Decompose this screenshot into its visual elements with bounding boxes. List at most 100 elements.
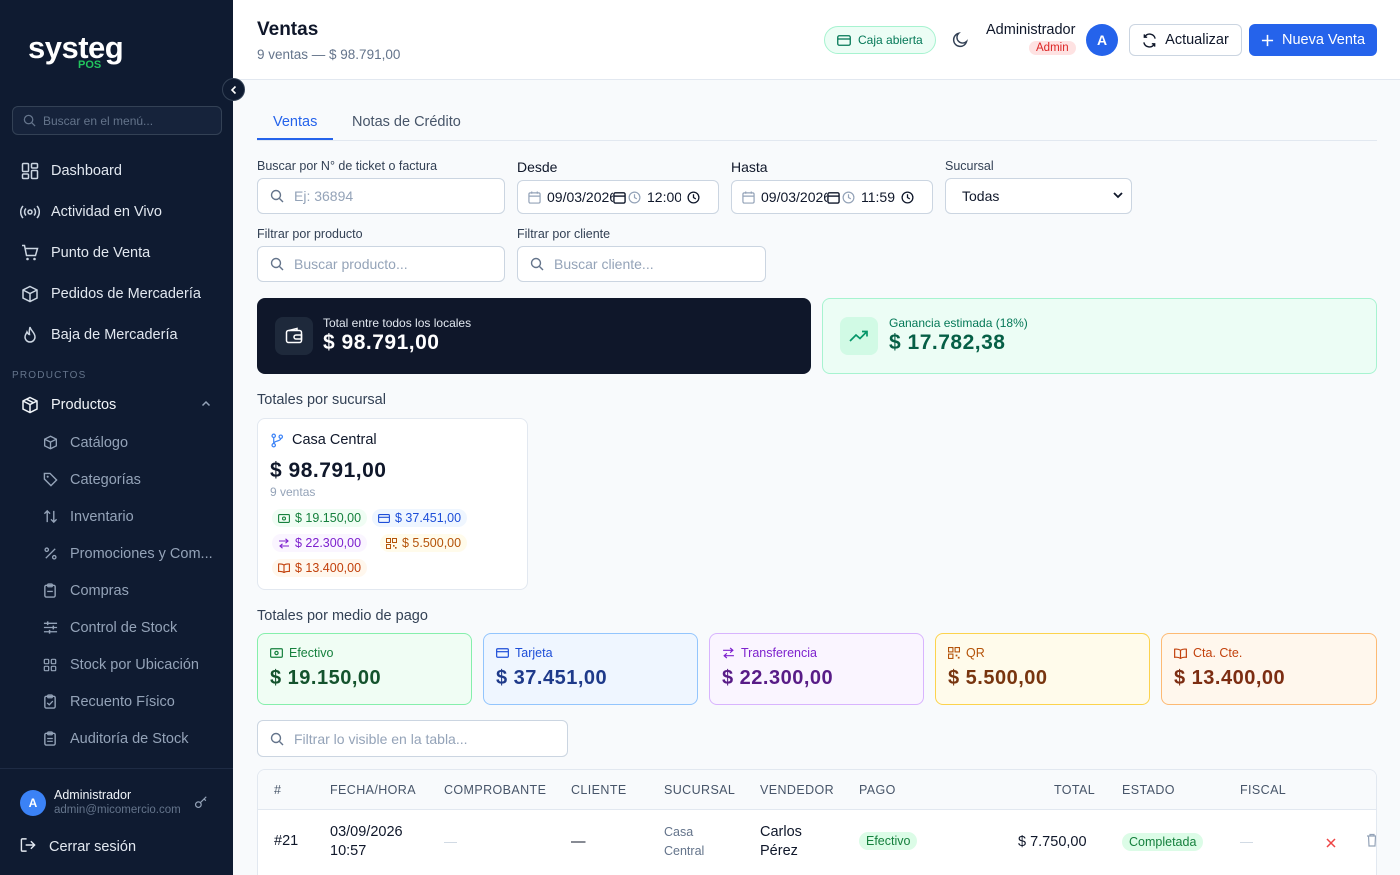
nav-group-products[interactable]: Productos bbox=[0, 385, 233, 425]
broadcast-icon bbox=[20, 204, 40, 220]
sub-item-physical-count[interactable]: Recuento Físico bbox=[0, 683, 233, 720]
nav-item-live-activity[interactable]: Actividad en Vivo bbox=[0, 191, 233, 232]
sub-item-categories[interactable]: Categorías bbox=[0, 461, 233, 498]
flame-icon bbox=[20, 326, 40, 344]
search-icon bbox=[270, 257, 284, 271]
clock-picker-icon[interactable] bbox=[687, 190, 700, 204]
nav-item-pos[interactable]: Punto de Venta bbox=[0, 232, 233, 273]
payment-card-amount: $ 19.150,00 bbox=[270, 667, 382, 689]
logo[interactable]: systeg POS bbox=[28, 30, 124, 72]
payment-totals-title: Totales por medio de pago bbox=[257, 608, 428, 624]
plus-icon bbox=[1261, 34, 1274, 46]
clock-picker-icon[interactable] bbox=[901, 190, 914, 204]
column-header[interactable]: COMPROBANTE bbox=[444, 783, 546, 797]
tab-credit-notes[interactable]: Notas de Crédito bbox=[352, 114, 461, 130]
product-filter-label: Filtrar por producto bbox=[257, 227, 363, 241]
client-filter-placeholder: Buscar cliente... bbox=[554, 256, 654, 272]
cash-register-status-badge[interactable]: Caja abierta bbox=[824, 26, 936, 54]
payment-card-label-text: Efectivo bbox=[289, 646, 334, 660]
avatar[interactable]: A bbox=[20, 790, 46, 816]
user-panel: A Administrador admin@micomercio.com Cer… bbox=[0, 769, 233, 875]
total-label: Total entre todos los locales bbox=[323, 316, 472, 330]
dark-mode-toggle[interactable] bbox=[952, 31, 969, 53]
nav-item-label: Dashboard bbox=[51, 162, 122, 179]
ticket-search-placeholder: Ej: 36894 bbox=[294, 188, 354, 204]
table-filter-input[interactable]: Filtrar lo visible en la tabla... bbox=[257, 720, 568, 757]
column-header[interactable]: VENDEDOR bbox=[760, 783, 834, 797]
menu-search-placeholder: Buscar en el menú... bbox=[43, 113, 154, 128]
collapse-sidebar-button[interactable] bbox=[222, 78, 245, 101]
cell-fiscal: — bbox=[1240, 834, 1253, 849]
arrows-updown-icon bbox=[42, 509, 58, 524]
ticket-search-input[interactable]: Ej: 36894 bbox=[257, 178, 505, 214]
column-header[interactable]: FISCAL bbox=[1240, 783, 1286, 797]
payment-card-account[interactable]: Cta. Cte. $ 13.400,00 bbox=[1161, 633, 1377, 705]
menu-search-input[interactable]: Buscar en el menú... bbox=[12, 106, 222, 135]
branch-sales-count: 9 ventas bbox=[270, 485, 316, 499]
box-icon bbox=[20, 285, 40, 303]
column-header[interactable]: PAGO bbox=[859, 783, 896, 797]
transfer-icon bbox=[279, 537, 289, 549]
sub-item-stock-location[interactable]: Stock por Ubicación bbox=[0, 646, 233, 683]
date-from-input[interactable]: 09/03/2026 12:00 bbox=[517, 180, 719, 214]
delete-sale-button[interactable] bbox=[1366, 833, 1376, 852]
calendar-picker-icon[interactable] bbox=[613, 191, 626, 204]
sub-item-inventory[interactable]: Inventario bbox=[0, 498, 233, 535]
logo-text: systeg bbox=[28, 30, 124, 65]
sub-item-stock-control[interactable]: Control de Stock bbox=[0, 609, 233, 646]
sub-item-purchases[interactable]: Compras bbox=[0, 572, 233, 609]
tab-sales[interactable]: Ventas bbox=[273, 114, 317, 130]
product-filter-input[interactable]: Buscar producto... bbox=[257, 246, 505, 282]
column-header[interactable]: CLIENTE bbox=[571, 783, 627, 797]
table-row[interactable]: #21 03/09/2026 10:57 — — Casa Central Ca… bbox=[258, 810, 1376, 875]
column-header[interactable]: ESTADO bbox=[1122, 783, 1175, 797]
payment-card-qr[interactable]: QR $ 5.500,00 bbox=[935, 633, 1150, 705]
key-icon[interactable] bbox=[194, 795, 208, 814]
branch-amount: $ 98.791,00 bbox=[270, 459, 387, 482]
avatar[interactable]: A bbox=[1086, 24, 1118, 56]
nav-item-dashboard[interactable]: Dashboard bbox=[0, 150, 233, 191]
nav-item-write-off[interactable]: Baja de Mercadería bbox=[0, 314, 233, 355]
payment-card-transfer[interactable]: Transferencia $ 22.300,00 bbox=[709, 633, 924, 705]
date-to-input[interactable]: 09/03/2026 11:59 bbox=[731, 180, 933, 214]
calendar-picker-icon[interactable] bbox=[827, 191, 840, 204]
book-icon bbox=[278, 563, 290, 573]
logout-button[interactable]: Cerrar sesión bbox=[20, 837, 136, 857]
refresh-label: Actualizar bbox=[1165, 32, 1229, 48]
client-filter-label: Filtrar por cliente bbox=[517, 227, 611, 241]
logout-label: Cerrar sesión bbox=[49, 839, 137, 855]
cash-icon bbox=[278, 513, 290, 523]
chip-cash: $ 19.150,00 bbox=[272, 509, 368, 527]
column-header[interactable]: FECHA/HORA bbox=[330, 783, 416, 797]
branch-select[interactable]: Todas bbox=[945, 178, 1132, 214]
chip-qr: $ 5.500,00 bbox=[380, 534, 468, 552]
profit-label: Ganancia estimada (18%) bbox=[889, 316, 1028, 330]
cancel-sale-button[interactable] bbox=[1326, 835, 1336, 853]
payment-card-cash[interactable]: Efectivo $ 19.150,00 bbox=[257, 633, 472, 705]
branch-label: Sucursal bbox=[945, 159, 994, 173]
user-name: Administrador bbox=[54, 788, 132, 802]
sub-item-stock-audit[interactable]: Auditoría de Stock bbox=[0, 720, 233, 757]
sub-item-catalog[interactable]: Catálogo bbox=[0, 424, 233, 461]
card-icon bbox=[378, 513, 390, 523]
clock-icon bbox=[628, 191, 641, 203]
page-title: Ventas bbox=[257, 19, 319, 40]
sub-item-promotions[interactable]: Promociones y Com... bbox=[0, 535, 233, 572]
cell-time: 10:57 bbox=[330, 843, 367, 859]
nav-item-orders[interactable]: Pedidos de Mercadería bbox=[0, 273, 233, 314]
column-header[interactable]: SUCURSAL bbox=[664, 783, 735, 797]
branch-card[interactable]: Casa Central $ 98.791,00 9 ventas $ 19.1… bbox=[257, 418, 528, 590]
chip-card-value: $ 37.451,00 bbox=[395, 511, 462, 525]
clipboard-check-icon bbox=[42, 694, 58, 709]
sub-item-label: Control de Stock bbox=[70, 619, 178, 636]
column-header[interactable]: TOTAL bbox=[1054, 783, 1095, 797]
payment-card-label: Efectivo bbox=[270, 646, 333, 660]
new-sale-button[interactable]: Nueva Venta bbox=[1249, 24, 1377, 56]
grid-icon bbox=[42, 658, 58, 672]
payment-card-label: Cta. Cte. bbox=[1174, 646, 1242, 660]
refresh-button[interactable]: Actualizar bbox=[1129, 24, 1242, 56]
git-branch-icon bbox=[271, 433, 284, 447]
column-header[interactable]: # bbox=[274, 783, 281, 797]
payment-card-card[interactable]: Tarjeta $ 37.451,00 bbox=[483, 633, 698, 705]
client-filter-input[interactable]: Buscar cliente... bbox=[517, 246, 766, 282]
